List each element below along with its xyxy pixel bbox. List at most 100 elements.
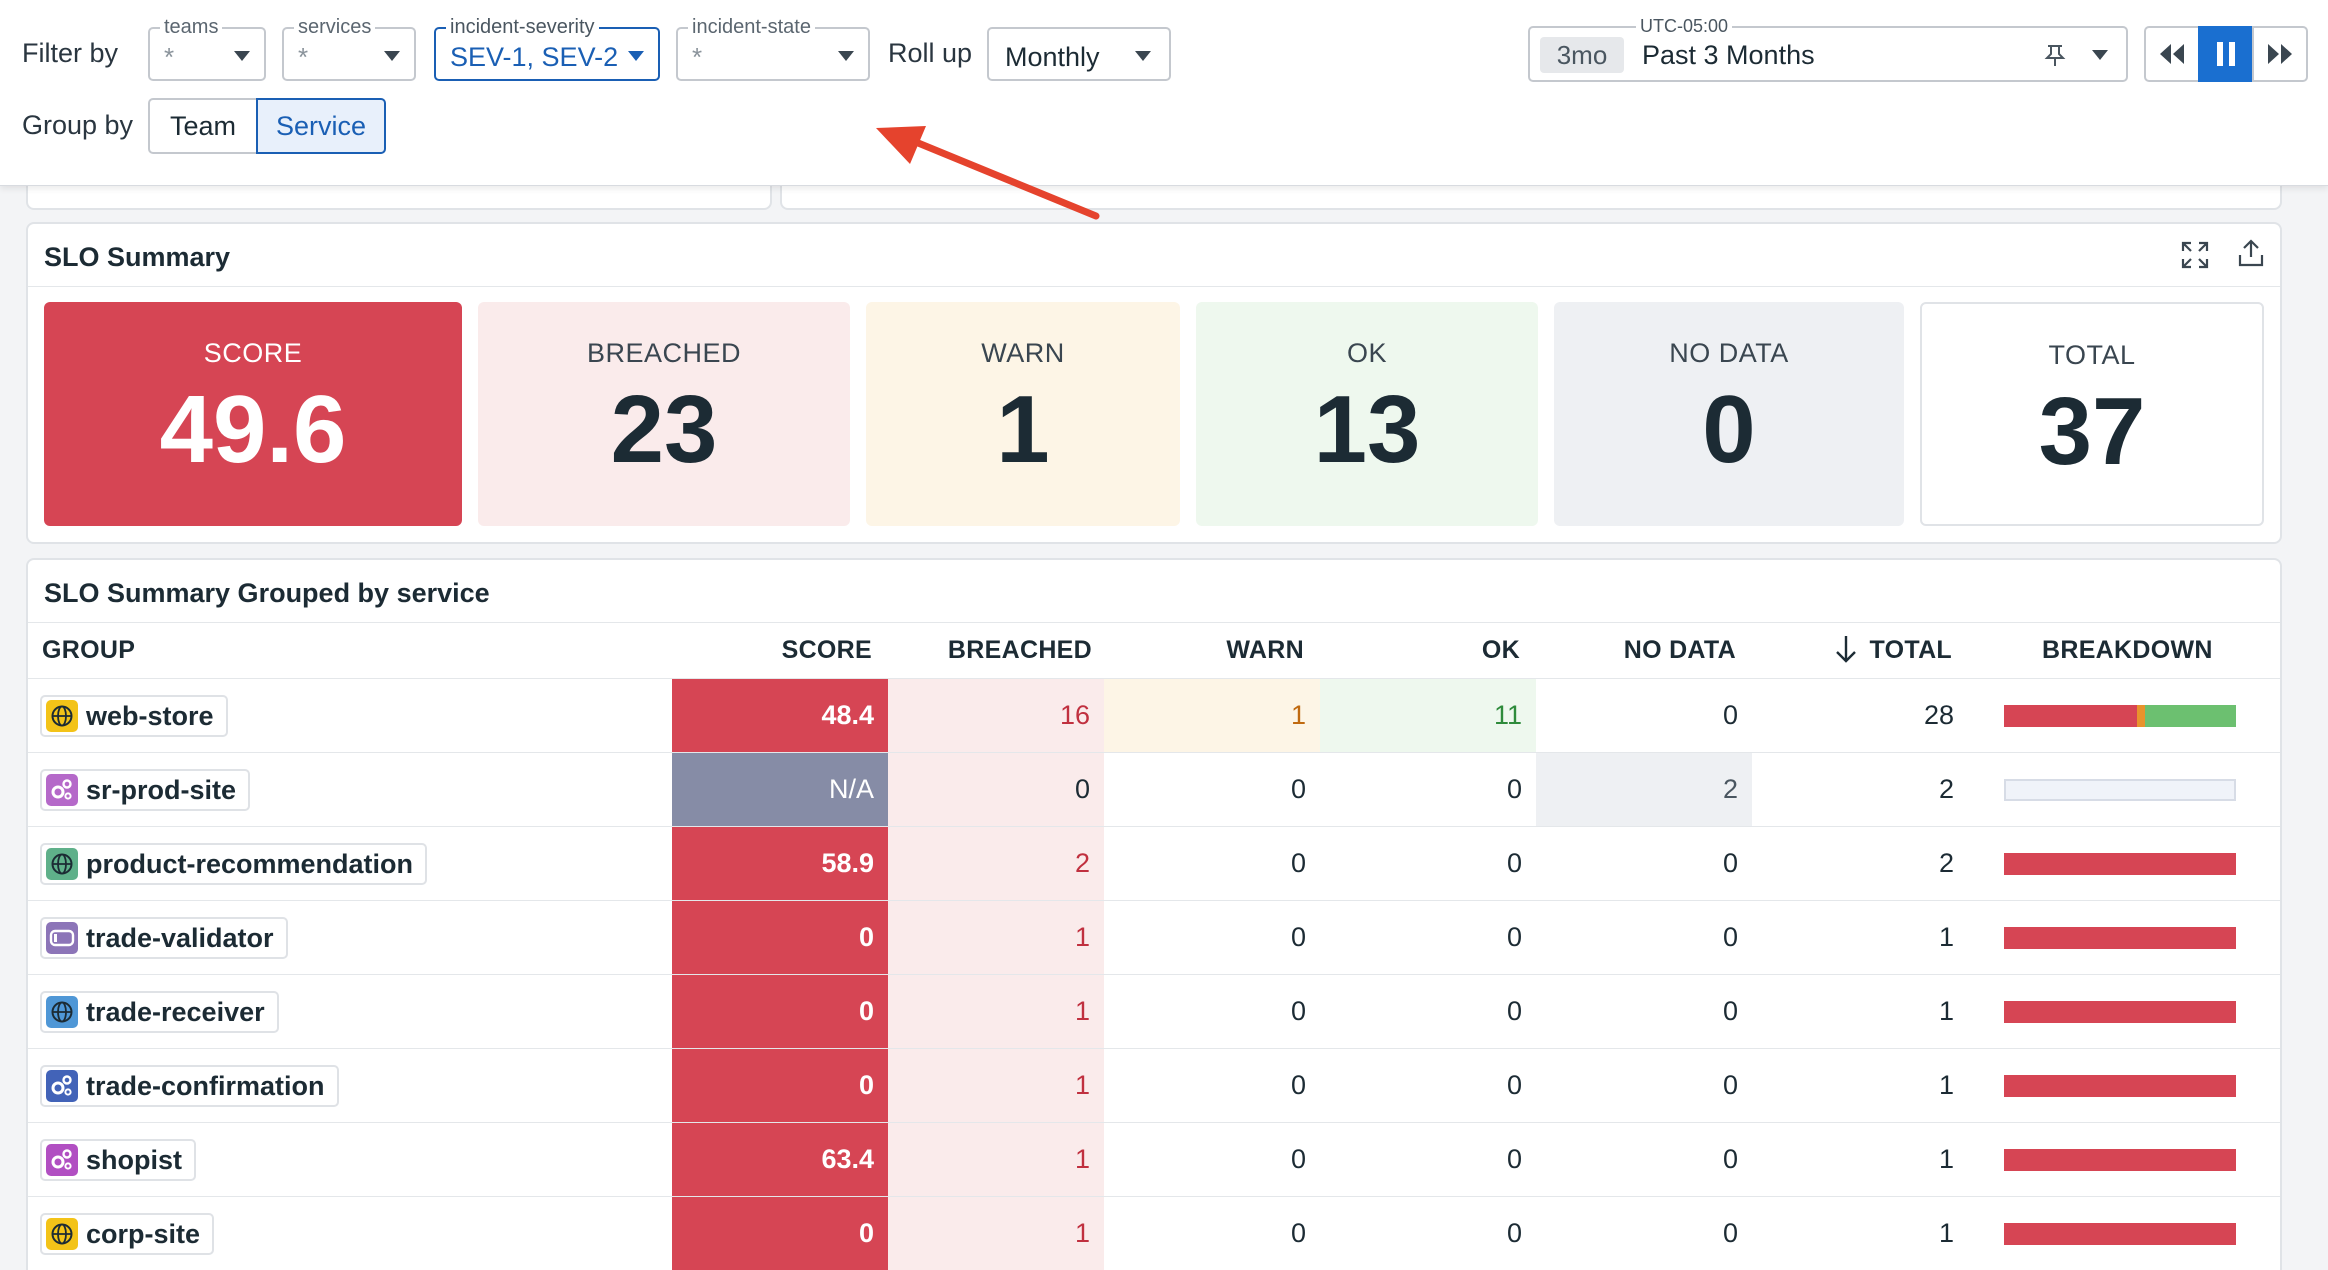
- no-data-cell: 0: [1722, 1218, 1738, 1248]
- annotation-arrow: [876, 126, 1100, 220]
- ok-cell: 0: [1506, 1218, 1522, 1248]
- rewind-button[interactable]: [2144, 26, 2200, 82]
- pin-icon[interactable]: [2042, 42, 2068, 68]
- rollup-select[interactable]: Monthly: [987, 27, 1171, 81]
- service-tag[interactable]: trade-confirmation: [40, 1065, 339, 1107]
- teams-select[interactable]: teams *: [148, 14, 266, 81]
- service-tag[interactable]: shopist: [40, 1139, 197, 1181]
- breached-segment: [2004, 927, 2236, 949]
- breached-cell: 16: [888, 679, 1104, 752]
- incident-severity-select[interactable]: incident-severity SEV-1, SEV-2: [434, 14, 660, 81]
- rewind-icon: [2160, 44, 2184, 64]
- warn-label: WARN: [981, 338, 1065, 368]
- total-cell: 2: [1938, 848, 1954, 878]
- no-data-cell: 0: [1722, 996, 1738, 1026]
- teams-legend: teams: [160, 14, 223, 40]
- total-cell: 1: [1938, 1218, 1954, 1248]
- column-header-no-data[interactable]: NO DATA: [1520, 636, 1736, 665]
- warn-cell: 0: [1290, 1144, 1306, 1174]
- column-header-total[interactable]: TOTAL: [1736, 636, 1952, 665]
- service-tag[interactable]: corp-site: [40, 1213, 215, 1255]
- table-row[interactable]: corp-site 0 1 0 0 0 1: [28, 1196, 2280, 1270]
- timezone-label: UTC-05:00: [1636, 13, 1733, 39]
- panel-title: SLO Summary: [44, 242, 231, 272]
- breached-segment: [2004, 705, 2137, 727]
- services-value: *: [298, 42, 309, 72]
- chevron-down-icon[interactable]: [2092, 50, 2108, 60]
- service-name: trade-validator: [86, 922, 274, 953]
- total-cell: 28: [1923, 700, 1954, 730]
- service-tag[interactable]: sr-prod-site: [40, 769, 251, 811]
- service-tag[interactable]: trade-receiver: [40, 991, 279, 1033]
- expand-icon[interactable]: [2180, 240, 2210, 270]
- warn-cell: 0: [1290, 996, 1306, 1026]
- column-header-score[interactable]: SCORE: [652, 636, 872, 665]
- incident-state-value: *: [692, 42, 703, 72]
- services-select[interactable]: services *: [282, 14, 416, 81]
- timeframe-picker[interactable]: UTC-05:00 3mo Past 3 Months: [1528, 13, 2128, 82]
- group-service-button[interactable]: Service: [256, 98, 386, 154]
- breakdown-bar: [2004, 1223, 2236, 1245]
- service-name: corp-site: [86, 1218, 201, 1249]
- column-header-group[interactable]: GROUP: [42, 636, 135, 665]
- service-tag[interactable]: web-store: [40, 695, 228, 737]
- service-tag[interactable]: trade-validator: [40, 917, 288, 959]
- table-row[interactable]: trade-confirmation 0 1 0 0 0 1: [28, 1048, 2280, 1122]
- timeframe-chip: 3mo: [1540, 37, 1624, 73]
- filter-by-label: Filter by: [22, 38, 119, 68]
- breached-segment: [2004, 1001, 2236, 1023]
- service-name: trade-confirmation: [86, 1070, 325, 1101]
- score-value: 49.6: [159, 376, 347, 483]
- service-name: trade-receiver: [86, 996, 265, 1027]
- total-cell: 1: [1938, 922, 1954, 952]
- table-row[interactable]: trade-receiver 0 1 0 0 0 1: [28, 974, 2280, 1048]
- ok-card: OK 13: [1196, 302, 1538, 526]
- breakdown-bar: [2004, 705, 2236, 727]
- service-name: web-store: [86, 700, 214, 731]
- filter-bar: Filter by teams * services * incident-se…: [0, 0, 2328, 186]
- no-data-cell: 0: [1722, 1070, 1738, 1100]
- warn-cell: 1: [1104, 679, 1320, 752]
- fast-forward-button[interactable]: [2252, 26, 2308, 82]
- ok-cell: 0: [1506, 922, 1522, 952]
- breached-cell: 1: [888, 975, 1104, 1048]
- table-header: GROUP SCORE BREACHED WARN OK NO DATA TOT…: [28, 622, 2280, 678]
- table-row[interactable]: product-recommendation 58.9 2 0 0 0 2: [28, 826, 2280, 900]
- column-header-warn[interactable]: WARN: [1088, 636, 1304, 665]
- incident-state-select[interactable]: incident-state *: [676, 14, 870, 81]
- breached-segment: [2004, 853, 2236, 875]
- globe-icon: [46, 1218, 78, 1250]
- score-cell: 63.4: [672, 1123, 888, 1196]
- breakdown-bar: [2004, 1075, 2236, 1097]
- warn-cell: 0: [1290, 922, 1306, 952]
- warn-cell: 0: [1290, 774, 1306, 804]
- panel-title: SLO Summary Grouped by service: [44, 578, 490, 608]
- ok-cell: 0: [1506, 1144, 1522, 1174]
- table-row[interactable]: shopist 63.4 1 0 0 0 1: [28, 1122, 2280, 1196]
- table-row[interactable]: web-store 48.4 16 1 11 0 28: [28, 678, 2280, 752]
- total-value: 37: [2038, 378, 2146, 485]
- breakdown-bar: [2004, 927, 2236, 949]
- total-cell: 1: [1938, 1144, 1954, 1174]
- total-cell: 2: [1938, 774, 1954, 804]
- total-card: TOTAL 37: [1920, 302, 2264, 526]
- column-header-ok[interactable]: OK: [1304, 636, 1520, 665]
- table-row[interactable]: trade-validator 0 1 0 0 0 1: [28, 900, 2280, 974]
- breached-cell: 1: [888, 1197, 1104, 1270]
- table-row[interactable]: sr-prod-site N/A 0 0 0 2 2: [28, 752, 2280, 826]
- service-tag[interactable]: product-recommendation: [40, 843, 428, 885]
- export-icon[interactable]: [2236, 238, 2266, 268]
- breached-segment: [2004, 1075, 2236, 1097]
- incident-state-legend: incident-state: [688, 14, 815, 40]
- breakdown-bar: [2004, 853, 2236, 875]
- score-cell: 58.9: [672, 827, 888, 900]
- group-team-button[interactable]: Team: [148, 98, 258, 154]
- incident-severity-value: SEV-1, SEV-2: [450, 42, 619, 72]
- column-header-breached[interactable]: BREACHED: [872, 636, 1092, 665]
- no-data-value: 0: [1702, 376, 1756, 483]
- pause-button[interactable]: [2198, 26, 2254, 82]
- score-cell: 0: [672, 1197, 888, 1270]
- score-cell: N/A: [672, 753, 888, 826]
- no-data-cell: 0: [1722, 1144, 1738, 1174]
- column-header-breakdown[interactable]: BREAKDOWN: [2042, 636, 2213, 665]
